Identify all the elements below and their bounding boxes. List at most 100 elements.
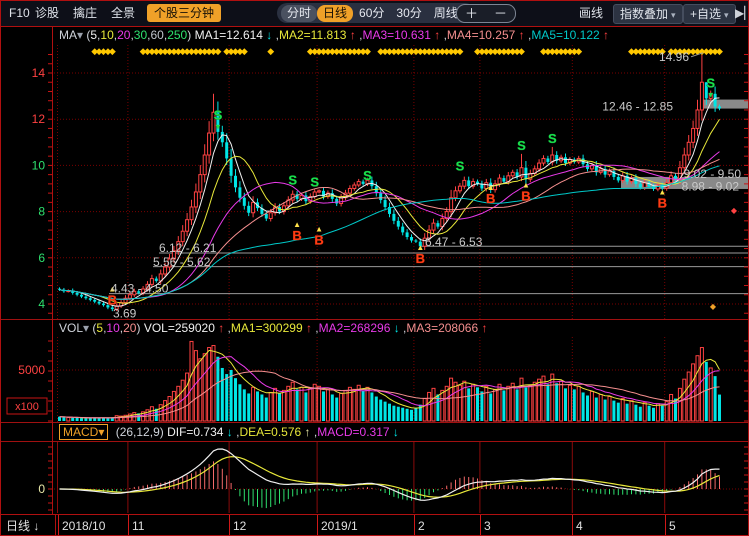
month-label: 5 [669,515,676,536]
macd-indicator-header: MACD▾ (26,12,9) DIF=0.734 ↓ ,DEA=0.576 ↑… [1,424,749,441]
diagnose-button[interactable]: 诊股 [35,4,59,22]
month-tick [572,515,573,536]
zoom-out-button[interactable]: － [486,6,515,21]
arrow-down-icon: ↓ [33,519,39,533]
month-tick [317,515,318,536]
candlestick-chart[interactable]: 141210864◆◆◆◆◆◆◆◆◆◆◆◆◆◆◆◆◆◆◆◆◆◆◆◆◆◆◆◆◆◆◆… [1,45,749,319]
svg-text:▼: ▼ [707,90,715,99]
vol-indicator-header: VOL▾ (5,10,20) VOL=259020 ↑ ,MA1=300299 … [1,320,749,337]
f10-button[interactable]: F10 [9,4,30,22]
timeframe-group: 分时 日线 60分 30分 周线▾ [277,3,475,23]
svg-text:6: 6 [38,251,45,265]
macd-values-text[interactable]: (26,12,9) DIF=0.734 ↓ ,DEA=0.576 ↑ ,MACD… [112,425,399,439]
svg-text:B: B [314,232,323,247]
chevron-down-icon: ▾ [724,10,729,20]
svg-text:S: S [310,175,319,190]
svg-text:x100: x100 [15,401,39,413]
month-tick [414,515,415,536]
svg-text:S: S [548,131,557,146]
svg-text:10: 10 [32,158,46,172]
svg-text:12: 12 [32,112,46,126]
collapse-panel-icon[interactable]: ▶▏ [735,4,749,22]
svg-text:◆: ◆ [731,206,738,215]
ma-indicator-header: MA▾ (5,10,20,30,60,250) MA1=12.614 ↓ ,MA… [1,27,749,45]
volume-chart[interactable]: 5000 x100 [1,337,749,422]
svg-text:◆: ◆ [109,46,116,56]
month-label: 12 [233,515,246,536]
tab-60min[interactable]: 60分 [353,5,390,22]
month-label: 4 [576,515,583,536]
volume-bars [58,341,721,421]
svg-text:0: 0 [38,482,45,496]
price-axis-line [52,27,53,514]
zoom-in-button[interactable]: ＋ [457,6,486,21]
svg-text:B: B [486,191,495,206]
svg-text:6.12 - 6.21: 6.12 - 6.21 [159,241,217,255]
month-label: 3 [484,515,491,536]
ma-values-text[interactable]: MA▾ (5,10,20,30,60,250) MA1=12.614 ↓ ,MA… [59,28,609,42]
svg-text:S: S [214,108,223,123]
stock-3min-button[interactable]: 个股三分钟 [147,4,221,22]
svg-text:8: 8 [38,205,45,219]
svg-text:S: S [288,172,297,187]
vol-values-text[interactable]: VOL▾ (5,10,20) VOL=259020 ↑ ,MA1=300299 … [59,321,487,335]
stock-chart-window: F10 诊股 擒庄 全景 个股三分钟 分时 日线 60分 30分 周线▾ ＋ －… [0,0,749,536]
svg-text:S: S [706,75,715,90]
svg-text:4.43 - 4.50: 4.43 - 4.50 [111,281,169,295]
month-tick [480,515,481,536]
svg-text:◆: ◆ [716,46,723,56]
svg-text:◆: ◆ [710,302,717,311]
macd-pane[interactable]: 0 [1,442,749,513]
svg-text:5.56 - 5.62: 5.56 - 5.62 [153,255,211,269]
svg-text:6.47 - 6.53: 6.47 - 6.53 [425,235,483,249]
month-tick [58,515,59,536]
macd-chart[interactable]: 0 [1,442,749,513]
svg-text:◆: ◆ [364,46,371,56]
month-tick [128,515,129,536]
chevron-down-icon: ▾ [671,10,676,20]
svg-text:◆: ◆ [518,46,525,56]
svg-text:◆: ◆ [575,46,582,56]
month-label: 11 [132,515,144,536]
svg-text:S: S [363,168,372,183]
svg-text:5000: 5000 [18,363,45,377]
svg-text:◆: ◆ [241,46,248,56]
top-toolbar: F10 诊股 擒庄 全景 个股三分钟 分时 日线 60分 30分 周线▾ ＋ －… [1,1,749,27]
svg-text:8.98 - 9.02: 8.98 - 9.02 [682,180,740,194]
svg-text:B: B [292,228,301,243]
svg-text:4: 4 [38,297,45,311]
svg-text:S: S [456,159,465,174]
tab-daily[interactable]: 日线 [317,5,353,22]
svg-text:14.96: 14.96 [659,50,689,64]
month-label: 2018/10 [62,515,105,536]
time-axis: 日线 ↓ 2018/10 11 12 2019/1 2 3 4 5 [1,514,749,536]
month-tick [665,515,666,536]
month-tick [229,515,230,536]
tab-30min[interactable]: 30分 [390,5,427,22]
tab-minute[interactable]: 分时 [281,5,317,22]
draw-line-button[interactable]: 画线 [579,4,603,22]
signal-diamonds: ◆◆◆◆◆◆◆◆◆◆◆◆◆◆◆◆◆◆◆◆◆◆◆◆◆◆◆◆◆◆◆◆◆◆◆◆◆◆◆◆… [91,46,723,56]
svg-text:◆: ◆ [456,46,463,56]
index-overlay-button[interactable]: 指数叠加▾ [613,4,683,24]
volume-pane[interactable]: 5000 x100 [1,337,749,422]
svg-text:3.69: 3.69 [113,307,137,319]
svg-text:B: B [416,251,425,266]
svg-text:B: B [658,196,667,211]
month-label: 2019/1 [321,515,358,536]
svg-text:14: 14 [32,66,46,80]
banker-button[interactable]: 擒庄 [73,4,97,22]
panorama-button[interactable]: 全景 [111,4,135,22]
svg-text:S: S [517,138,526,153]
add-favorite-button[interactable]: +自选▾ [683,4,736,24]
svg-text:12.46 - 12.85: 12.46 - 12.85 [602,99,673,113]
svg-text:B: B [521,189,530,204]
macd-selector-button[interactable]: MACD▾ [59,424,108,440]
period-cell[interactable]: 日线 ↓ [1,515,56,536]
main-chart-pane[interactable]: 141210864◆◆◆◆◆◆◆◆◆◆◆◆◆◆◆◆◆◆◆◆◆◆◆◆◆◆◆◆◆◆◆… [1,45,749,319]
month-label: 2 [418,515,425,536]
svg-text:◆: ◆ [267,46,274,56]
zoom-group: ＋ － [456,4,516,23]
svg-text:◆: ◆ [214,46,221,56]
svg-text:▼: ▼ [214,123,222,132]
